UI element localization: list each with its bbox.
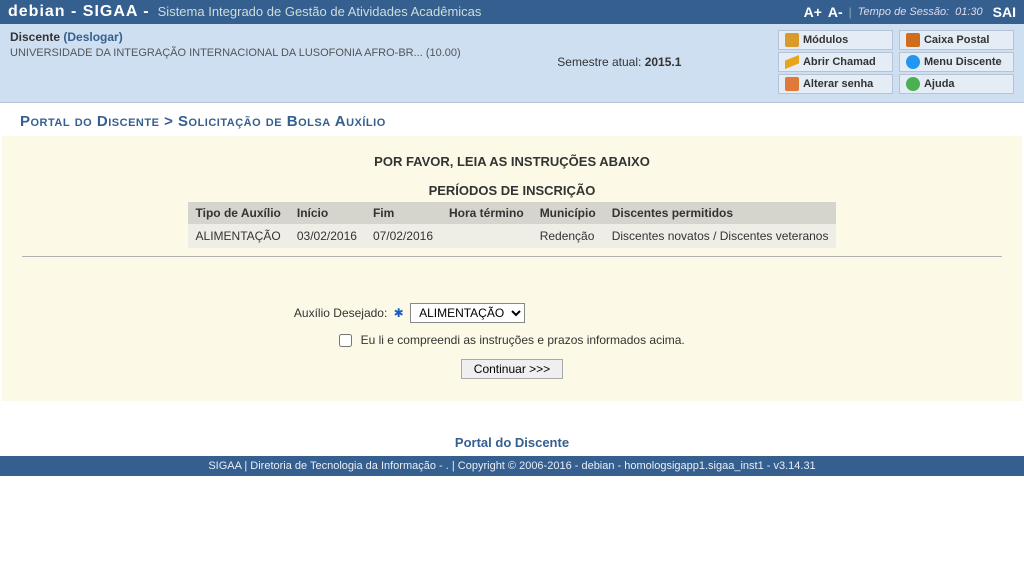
cell-hora [441, 224, 532, 248]
spacer [0, 401, 1024, 435]
divider: | [849, 5, 852, 19]
footer: SIGAA | Diretoria de Tecnologia da Infor… [0, 456, 1024, 476]
ajuda-label: Ajuda [924, 78, 955, 90]
col-fim: Fim [365, 202, 441, 224]
col-hora: Hora término [441, 202, 532, 224]
discente-label: Discente [10, 30, 60, 44]
cell-fim: 07/02/2016 [365, 224, 441, 248]
senha-label: Alterar senha [803, 78, 873, 90]
agree-row: Eu li e compreendi as instruções e prazo… [22, 333, 1002, 347]
page-title: Portal do Discente > Solicitação de Bols… [0, 103, 1024, 136]
table-header-row: Tipo de Auxílio Início Fim Hora término … [188, 202, 837, 224]
col-permitidos: Discentes permitidos [604, 202, 837, 224]
caixa-label: Caixa Postal [924, 34, 989, 46]
brand: debian - SIGAA - [8, 3, 150, 21]
menu-discente-button[interactable]: Menu Discente [899, 52, 1014, 72]
content-block: POR FAVOR, LEIA AS INSTRUÇÕES ABAIXO PER… [2, 136, 1022, 401]
cell-tipo: ALIMENTAÇÃO [188, 224, 289, 248]
portal-discente-link[interactable]: Portal do Discente [0, 435, 1024, 450]
continuar-button[interactable]: Continuar >>> [461, 359, 563, 379]
required-star-icon: ✱ [394, 306, 404, 320]
auxilio-select[interactable]: ALIMENTAÇÃO [410, 303, 525, 323]
button-row: Continuar >>> [22, 359, 1002, 379]
instructions-heading: POR FAVOR, LEIA AS INSTRUÇÕES ABAIXO [22, 154, 1002, 169]
separator [22, 256, 1002, 257]
modulos-button[interactable]: Módulos [778, 30, 893, 50]
font-increase-button[interactable]: A+ [804, 4, 822, 20]
agree-text: Eu li e compreendi as instruções e prazo… [361, 333, 685, 347]
session-time: 01:30 [955, 6, 983, 18]
cell-municipio: Redenção [532, 224, 604, 248]
discente-line: Discente (Deslogar) [10, 30, 461, 44]
chamado-icon [785, 55, 799, 69]
modulos-icon [785, 33, 799, 47]
session-label: Tempo de Sessão: [858, 6, 949, 18]
semestre-box: Semestre atual: 2015.1 [557, 55, 681, 69]
menu-icon [906, 55, 920, 69]
agree-checkbox[interactable] [339, 334, 352, 347]
module-buttons: Módulos Caixa Postal Abrir Chamad Menu D… [778, 30, 1014, 94]
ajuda-button[interactable]: Ajuda [899, 74, 1014, 94]
periodos-heading: PERÍODOS DE INSCRIÇÃO [22, 183, 1002, 198]
menu-label: Menu Discente [924, 56, 1002, 68]
auxilio-field-row: Auxílio Desejado: ✱ ALIMENTAÇÃO [0, 303, 1002, 323]
chamado-label: Abrir Chamad [803, 56, 876, 68]
universidade: UNIVERSIDADE DA INTEGRAÇÃO INTERNACIONAL… [10, 47, 461, 59]
mailbox-icon [906, 33, 920, 47]
top-bar: debian - SIGAA - Sistema Integrado de Ge… [0, 0, 1024, 24]
senha-icon [785, 77, 799, 91]
caixa-postal-button[interactable]: Caixa Postal [899, 30, 1014, 50]
exit-button[interactable]: SAI [993, 4, 1016, 20]
col-municipio: Município [532, 202, 604, 224]
brand-area: debian - SIGAA - Sistema Integrado de Ge… [8, 3, 481, 21]
font-decrease-button[interactable]: A- [828, 4, 843, 20]
abrir-chamado-button[interactable]: Abrir Chamad [778, 52, 893, 72]
deslogar-link[interactable]: (Deslogar) [63, 30, 122, 44]
auxilio-label: Auxílio Desejado: [294, 306, 387, 320]
alterar-senha-button[interactable]: Alterar senha [778, 74, 893, 94]
col-inicio: Início [289, 202, 365, 224]
table-row: ALIMENTAÇÃO 03/02/2016 07/02/2016 Redenç… [188, 224, 837, 248]
periodos-table: Tipo de Auxílio Início Fim Hora término … [188, 202, 837, 248]
system-name: Sistema Integrado de Gestão de Atividade… [158, 4, 482, 19]
top-right-controls: A+ A- | Tempo de Sessão: 01:30 SAI [804, 4, 1016, 20]
semestre-valor: 2015.1 [645, 55, 682, 69]
info-bar: Discente (Deslogar) UNIVERSIDADE DA INTE… [0, 24, 1024, 103]
help-icon [906, 77, 920, 91]
cell-permitidos: Discentes novatos / Discentes veteranos [604, 224, 837, 248]
cell-inicio: 03/02/2016 [289, 224, 365, 248]
modulos-label: Módulos [803, 34, 848, 46]
semestre-label: Semestre atual: [557, 55, 641, 69]
info-left: Discente (Deslogar) UNIVERSIDADE DA INTE… [10, 30, 461, 94]
col-tipo: Tipo de Auxílio [188, 202, 289, 224]
